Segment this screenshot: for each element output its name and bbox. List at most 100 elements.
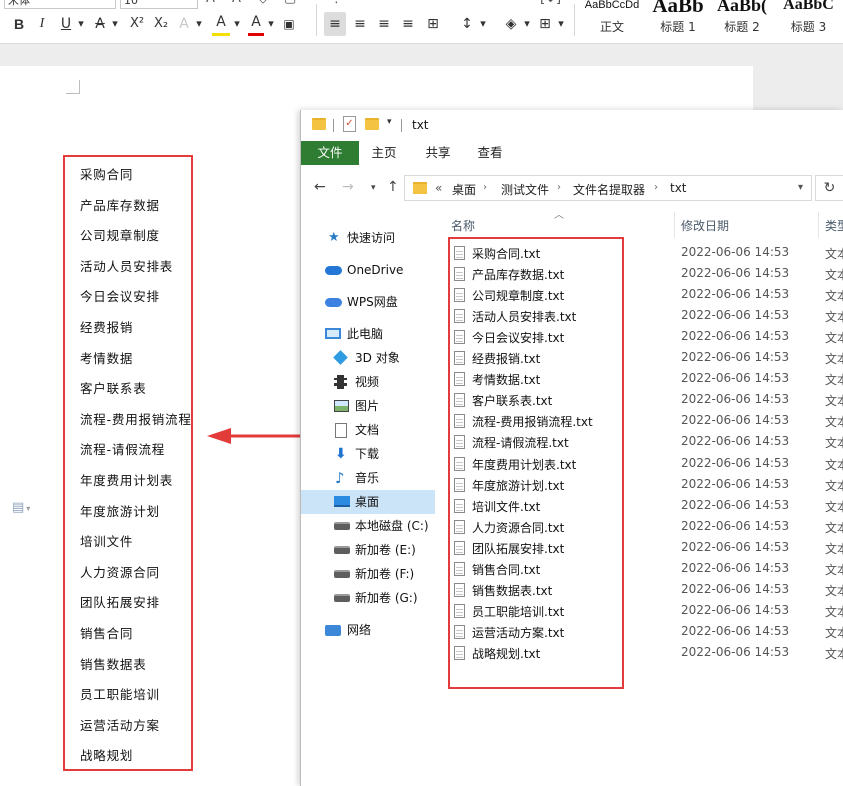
customize-toolbar-icon[interactable]: ▾ (387, 117, 392, 127)
document-list-item[interactable]: 流程-费用报销流程 (80, 409, 192, 428)
underline-button[interactable]: U (58, 12, 74, 36)
chevron-down-icon[interactable]: ▾ (478, 12, 488, 36)
chevron-down-icon[interactable]: ▾ (798, 182, 803, 193)
nav-item[interactable]: 3D 对象 (301, 346, 435, 370)
nav-item[interactable]: 新加卷 (G:) (301, 586, 435, 610)
superscript-button[interactable]: X² (126, 12, 148, 36)
nav-item[interactable]: 视频 (301, 370, 435, 394)
column-header-date[interactable]: 修改日期 (681, 217, 729, 234)
nav-item[interactable]: 新加卷 (E:) (301, 538, 435, 562)
chevron-down-icon[interactable]: ▾ (556, 12, 566, 36)
document-list-item[interactable]: 经费报销 (80, 317, 133, 336)
breadcrumb-item[interactable]: txt (670, 181, 687, 195)
tab-view[interactable]: 查看 (465, 141, 515, 165)
chevron-right-icon[interactable]: › (654, 182, 658, 193)
shading-icon[interactable]: ◈ (502, 12, 520, 36)
properties-icon[interactable]: ✓ (343, 116, 356, 132)
list-bullets-icon[interactable]: ⋮ (330, 0, 343, 6)
nav-item[interactable]: 此电脑 (301, 322, 435, 346)
nav-item[interactable]: OneDrive (301, 258, 435, 282)
chevron-down-icon[interactable]: ▾ (194, 12, 204, 36)
document-list-item[interactable]: 团队拓展安排 (80, 592, 160, 611)
document-list-item[interactable]: 公司规章制度 (80, 225, 160, 244)
breadcrumb-item[interactable]: 桌面 (452, 181, 476, 198)
back-arrow-icon[interactable]: ← (314, 179, 326, 195)
new-folder-icon[interactable] (365, 118, 379, 130)
align-left-icon[interactable]: ≡ (324, 12, 346, 36)
document-list-item[interactable]: 流程-请假流程 (80, 439, 165, 458)
document-list-item[interactable]: 今日会议安排 (80, 286, 160, 305)
nav-item[interactable]: ⬇ 下载 (301, 442, 435, 466)
distribute-icon[interactable]: ⊞ (422, 12, 444, 36)
strikethrough-button[interactable]: A (92, 12, 108, 36)
chevron-down-icon[interactable]: ▾ (110, 12, 120, 36)
chevron-down-icon[interactable]: ▾ (266, 12, 276, 36)
nav-item[interactable]: WPS网盘 (301, 290, 435, 314)
style-heading-3[interactable]: AaBbC 标题 3 (774, 0, 843, 40)
column-header-name[interactable]: 名称 (451, 217, 475, 234)
italic-button[interactable]: I (34, 12, 50, 36)
chevron-down-icon[interactable]: ▾ (76, 12, 86, 36)
font-size-box[interactable]: 10 (120, 0, 198, 9)
align-center-icon[interactable]: ≡ (350, 12, 370, 36)
borders-icon[interactable]: ⊞ (536, 12, 554, 36)
refresh-icon[interactable]: ↻ (815, 175, 843, 201)
tab-file[interactable]: 文件 (301, 141, 359, 165)
font-color-button[interactable]: A (248, 12, 264, 36)
nav-item[interactable]: ★ 快速访问 (301, 226, 435, 250)
show-marks-icon[interactable]: [↓] (540, 0, 561, 6)
document-list-item[interactable]: 培训文件 (80, 531, 133, 550)
style-heading-1[interactable]: AaBb 标题 1 (646, 0, 710, 40)
nav-item[interactable]: 桌面 (301, 490, 435, 514)
nav-item[interactable]: ♪ 音乐 (301, 466, 435, 490)
subscript-button[interactable]: X₂ (150, 12, 172, 36)
document-list-item[interactable]: 客户联系表 (80, 378, 147, 397)
text-effect-button[interactable]: A (176, 12, 192, 36)
chevron-down-icon[interactable]: ▾ (522, 12, 532, 36)
document-list-item[interactable]: 销售数据表 (80, 654, 147, 673)
line-spacing-icon[interactable]: ↕ (458, 12, 476, 36)
breadcrumb-overflow[interactable]: « (435, 181, 442, 195)
tab-share[interactable]: 共享 (413, 141, 463, 165)
char-border-icon[interactable]: ▣ (280, 12, 298, 36)
grow-font-icon[interactable]: A (206, 0, 215, 6)
style-heading-2[interactable]: AaBb( 标题 2 (710, 0, 774, 40)
justify-icon[interactable]: ≡ (398, 12, 418, 36)
document-list-item[interactable]: 员工职能培训 (80, 684, 160, 703)
document-list-item[interactable]: 考情数据 (80, 348, 133, 367)
tab-home[interactable]: 主页 (359, 141, 409, 165)
document-list-item[interactable]: 年度费用计划表 (80, 470, 173, 489)
nav-item[interactable]: 新加卷 (F:) (301, 562, 435, 586)
column-divider[interactable] (818, 212, 819, 238)
address-bar[interactable]: « 桌面 › 测试文件 › 文件名提取器 › txt ▾ (404, 175, 812, 201)
chevron-down-icon[interactable]: ▾ (232, 12, 242, 36)
shrink-font-icon[interactable]: A (232, 0, 241, 6)
chevron-right-icon[interactable]: › (557, 182, 561, 193)
document-list-item[interactable]: 活动人员安排表 (80, 256, 173, 275)
document-list-item[interactable]: 战略规划 (80, 745, 133, 764)
font-name-box[interactable]: 宋体 (4, 0, 116, 9)
chevron-right-icon[interactable]: › (483, 182, 487, 193)
align-right-icon[interactable]: ≡ (374, 12, 394, 36)
nav-item[interactable]: 网络 (301, 618, 435, 642)
bold-button[interactable]: B (10, 12, 28, 36)
document-list-item[interactable]: 产品库存数据 (80, 195, 160, 214)
breadcrumb-item[interactable]: 测试文件 (501, 181, 549, 198)
column-header-type[interactable]: 类型 (825, 217, 843, 234)
nav-item[interactable]: 本地磁盘 (C:) (301, 514, 435, 538)
clear-format-icon[interactable]: ◇ (258, 0, 268, 6)
document-list-item[interactable]: 采购合同 (80, 164, 133, 183)
nav-item[interactable]: 文档 (301, 418, 435, 442)
document-list-item[interactable]: 销售合同 (80, 623, 133, 642)
breadcrumb-item[interactable]: 文件名提取器 (573, 181, 645, 198)
highlight-button[interactable]: A (212, 12, 230, 36)
style-normal[interactable]: AaBbCcDd 正文 (580, 0, 644, 40)
document-list-item[interactable]: 年度旅游计划 (80, 501, 160, 520)
paragraph-handle-icon[interactable]: ▤ ▾ (12, 500, 30, 515)
forward-arrow-icon[interactable]: → (342, 179, 354, 195)
up-arrow-icon[interactable]: ↑ (387, 179, 399, 195)
document-list-item[interactable]: 运营活动方案 (80, 715, 160, 734)
nav-item[interactable]: 图片 (301, 394, 435, 418)
column-divider[interactable] (674, 212, 675, 238)
phonetic-icon[interactable]: ▢ (284, 0, 296, 6)
